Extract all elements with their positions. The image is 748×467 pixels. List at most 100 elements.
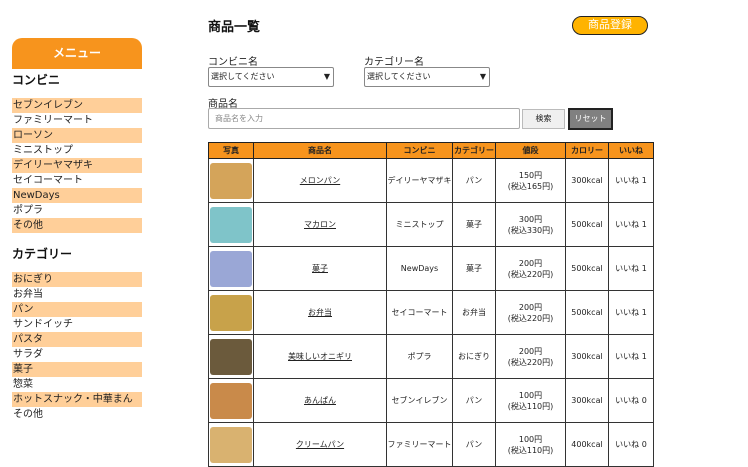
header-calorie: カロリー — [565, 142, 609, 159]
sidebar-item[interactable]: ホットスナック・中華まん — [12, 392, 142, 407]
calorie-cell: 500kcal — [565, 290, 609, 335]
sidebar-item[interactable]: サラダ — [12, 347, 142, 362]
product-photo[interactable] — [210, 206, 252, 243]
name-cell: あんぱん — [253, 378, 387, 423]
product-name-link[interactable]: あんぱん — [304, 396, 336, 405]
sidebar-item[interactable]: ポプラ — [12, 203, 142, 218]
sidebar-item[interactable]: セイコーマート — [12, 173, 142, 188]
photo-cell — [208, 246, 254, 291]
sidebar-item[interactable]: ファミリーマート — [12, 113, 142, 128]
sidebar-item[interactable]: その他 — [12, 218, 142, 233]
like-button[interactable]: いいね 1 — [608, 290, 654, 335]
price-with-tax: (税込110円) — [507, 401, 554, 411]
category-list: おにぎり お弁当 パン サンドイッチ パスタ サラダ 菓子 惣菜 ホットスナック・中華まん その他 — [12, 272, 142, 422]
product-photo[interactable] — [210, 338, 252, 375]
store-cell: セブンイレブン — [386, 378, 453, 423]
like-button[interactable]: いいね 0 — [608, 378, 654, 423]
photo-cell — [208, 202, 254, 247]
price-cell: 200円 (税込220円) — [495, 246, 566, 291]
price-cell: 150円 (税込165円) — [495, 158, 566, 203]
like-button[interactable]: いいね 0 — [608, 422, 654, 467]
price-cell: 100円 (税込110円) — [495, 422, 566, 467]
category-select[interactable]: 選択してください ▼ — [364, 67, 490, 87]
sidebar-item[interactable]: パスタ — [12, 332, 142, 347]
store-cell: セイコーマート — [386, 290, 453, 335]
header-like: いいね — [608, 142, 654, 159]
sidebar-item[interactable]: ミニストップ — [12, 143, 142, 158]
header-store: コンビニ — [386, 142, 453, 159]
like-button[interactable]: いいね 1 — [608, 334, 654, 379]
table-header-row: 写真 商品名 コンビニ カテゴリー 値段 カロリー いいね — [208, 142, 654, 159]
calorie-cell: 300kcal — [565, 158, 609, 203]
product-photo[interactable] — [210, 294, 252, 331]
price-with-tax: (税込330円) — [507, 225, 554, 235]
product-photo[interactable] — [210, 382, 252, 419]
photo-cell — [208, 334, 254, 379]
price-with-tax: (税込110円) — [507, 445, 554, 455]
price-cell: 100円 (税込110円) — [495, 378, 566, 423]
sidebar-item[interactable]: パン — [12, 302, 142, 317]
name-cell: お弁当 — [253, 290, 387, 335]
sidebar-item[interactable]: お弁当 — [12, 287, 142, 302]
product-table: 写真 商品名 コンビニ カテゴリー 値段 カロリー いいね メロンパン デイリーヤ… — [208, 142, 654, 467]
product-name-link[interactable]: お弁当 — [308, 308, 332, 317]
product-photo[interactable] — [210, 250, 252, 287]
search-button[interactable]: 検索 — [522, 109, 565, 129]
calorie-cell: 500kcal — [565, 202, 609, 247]
price-cell: 200円 (税込220円) — [495, 334, 566, 379]
sidebar-item[interactable]: NewDays — [12, 188, 142, 203]
reset-button[interactable]: リセット — [568, 108, 613, 130]
like-button[interactable]: いいね 1 — [608, 246, 654, 291]
product-photo[interactable] — [210, 162, 252, 199]
calorie-cell: 400kcal — [565, 422, 609, 467]
price: 200円 — [518, 346, 543, 356]
chevron-down-icon: ▼ — [479, 72, 486, 81]
store-label: コンビニ名 — [208, 57, 258, 68]
store-cell: ポプラ — [386, 334, 453, 379]
product-name-link[interactable]: マカロン — [304, 220, 336, 229]
category-section-title: カテゴリー — [12, 247, 73, 261]
product-name-link[interactable]: 美味しいオニギリ — [288, 352, 352, 361]
like-button[interactable]: いいね 1 — [608, 158, 654, 203]
table-row: お弁当 セイコーマート お弁当 200円 (税込220円) 500kcal いいね 1 — [208, 290, 654, 335]
price-with-tax: (税込220円) — [507, 357, 554, 367]
sidebar-item[interactable]: デイリーヤマザキ — [12, 158, 142, 173]
sidebar-item[interactable]: 惣菜 — [12, 377, 142, 392]
sidebar-item[interactable]: おにぎり — [12, 272, 142, 287]
name-cell: 菓子 — [253, 246, 387, 291]
product-name-input[interactable]: 商品名を入力 — [208, 108, 520, 129]
sidebar-item[interactable]: サンドイッチ — [12, 317, 142, 332]
table-row: 美味しいオニギリ ポプラ おにぎり 200円 (税込220円) 300kcal いいね 1 — [208, 334, 654, 379]
register-product-button[interactable]: 商品登録 — [572, 16, 648, 35]
table-row: クリームパン ファミリーマート パン 100円 (税込110円) 400kcal いいね 0 — [208, 422, 654, 467]
like-button[interactable]: いいね 1 — [608, 202, 654, 247]
sidebar-item[interactable]: その他 — [12, 407, 142, 422]
product-name-link[interactable]: クリームパン — [296, 440, 344, 449]
product-photo[interactable] — [210, 426, 252, 463]
sidebar-item[interactable]: 菓子 — [12, 362, 142, 377]
sidebar-item[interactable]: セブンイレブン — [12, 98, 142, 113]
chevron-down-icon: ▼ — [323, 72, 330, 81]
store-cell: NewDays — [386, 246, 453, 291]
price-with-tax: (税込220円) — [507, 313, 554, 323]
name-cell: 美味しいオニギリ — [253, 334, 387, 379]
sidebar-item[interactable]: ローソン — [12, 128, 142, 143]
header-name: 商品名 — [253, 142, 387, 159]
product-name-link[interactable]: メロンパン — [300, 176, 340, 185]
price-cell: 200円 (税込220円) — [495, 290, 566, 335]
category-cell: 菓子 — [452, 246, 496, 291]
table-row: メロンパン デイリーヤマザキ パン 150円 (税込165円) 300kcal いいね 1 — [208, 158, 654, 203]
store-select-value: 選択してください — [211, 72, 275, 81]
category-cell: パン — [452, 378, 496, 423]
category-select-value: 選択してください — [367, 72, 431, 81]
name-cell: クリームパン — [253, 422, 387, 467]
photo-cell — [208, 158, 254, 203]
product-name-link[interactable]: 菓子 — [312, 264, 328, 273]
page-title: 商品一覧 — [208, 20, 261, 35]
price: 150円 — [518, 170, 543, 180]
header-category: カテゴリー — [452, 142, 496, 159]
store-select[interactable]: 選択してください ▼ — [208, 67, 334, 87]
store-cell: デイリーヤマザキ — [386, 158, 453, 203]
calorie-cell: 500kcal — [565, 246, 609, 291]
price-cell: 300円 (税込330円) — [495, 202, 566, 247]
